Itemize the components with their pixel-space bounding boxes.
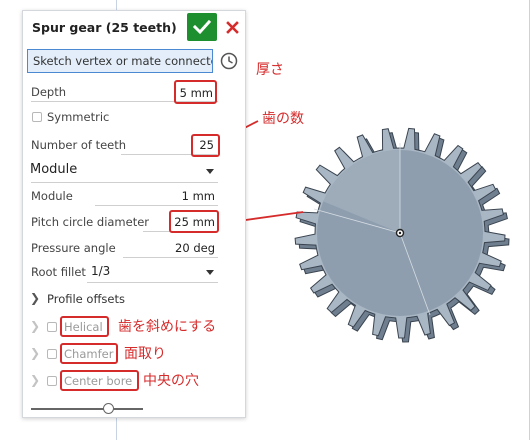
pitch-label: Pitch circle diameter <box>31 215 150 229</box>
pressure-label: Pressure angle <box>31 241 116 255</box>
gear-type-select[interactable]: Module <box>30 162 77 177</box>
chevron-right-icon[interactable]: ❯ <box>30 291 40 305</box>
module-label: Module <box>31 189 73 203</box>
caret-down-icon <box>206 270 214 275</box>
helical-checkbox[interactable] <box>47 322 57 332</box>
center-bore-checkbox[interactable] <box>47 376 57 386</box>
slider-handle[interactable] <box>103 403 114 414</box>
teeth-highlight <box>191 134 220 157</box>
annotation-chamfer: 面取り <box>124 346 166 362</box>
module-underline <box>95 205 218 206</box>
depth-highlight <box>174 80 217 104</box>
root-fillet-underline <box>87 282 218 283</box>
caret-down-icon <box>206 169 214 174</box>
cancel-button[interactable] <box>221 15 243 39</box>
chevron-right-icon[interactable]: ❯ <box>30 346 40 360</box>
center-bore-highlight <box>60 370 139 391</box>
dialog-title: Spur gear (25 teeth) <box>32 20 177 35</box>
accept-button[interactable] <box>187 13 217 41</box>
module-input[interactable]: 1 mm <box>153 189 215 203</box>
chamfer-checkbox[interactable] <box>47 349 57 359</box>
pressure-underline <box>123 257 218 258</box>
clock-button[interactable] <box>219 51 239 71</box>
check-icon <box>193 19 211 35</box>
annotation-teeth-count: 歯の数 <box>262 111 304 127</box>
slider-track[interactable] <box>31 408 143 410</box>
symmetric-checkbox[interactable] <box>32 112 42 122</box>
teeth-label: Number of teeth <box>31 138 127 152</box>
helical-highlight <box>60 316 109 337</box>
gear-type-underline <box>31 182 218 183</box>
chevron-right-icon[interactable]: ❯ <box>30 373 40 387</box>
annotation-center-bore: 中央の穴 <box>143 373 199 389</box>
symmetric-label: Symmetric <box>47 110 110 124</box>
annotation-thickness: 厚さ <box>256 62 284 78</box>
sketch-vertex-selector[interactable]: Sketch vertex or mate connector <box>27 49 213 73</box>
close-icon <box>225 20 239 34</box>
depth-label: Depth <box>31 85 67 99</box>
pitch-highlight <box>169 210 219 233</box>
profile-offsets-label[interactable]: Profile offsets <box>47 292 125 306</box>
root-fillet-select[interactable]: 1/3 <box>91 264 110 278</box>
chevron-right-icon[interactable]: ❯ <box>30 319 40 333</box>
clock-icon <box>220 52 238 70</box>
root-fillet-label: Root fillet <box>31 265 86 279</box>
annotation-helical: 歯を斜めにする <box>118 319 217 335</box>
chamfer-highlight <box>60 343 118 364</box>
pressure-input[interactable]: 20 deg <box>153 241 215 255</box>
